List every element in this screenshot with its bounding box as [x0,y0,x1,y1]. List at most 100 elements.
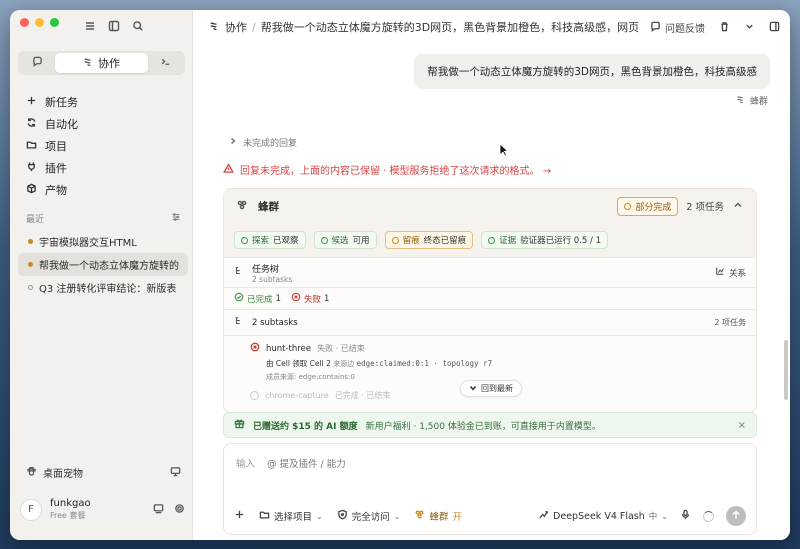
user-row: F funkgao Free 套餐 [20,498,185,521]
warning-text[interactable]: 回复未完成，上面的内容已保留 · 模型服务拒绝了这次请求的格式。 → [240,162,551,177]
model-icon [538,509,549,523]
project-select[interactable]: 选择项目 ⌄ [259,509,323,523]
paw-icon [26,466,37,480]
swarm-toggle[interactable]: 蜂群 开 [414,509,462,523]
desktop-pet-row[interactable]: 桌面宠物 [26,465,181,480]
plus-icon[interactable] [234,509,245,523]
subtasks-row[interactable]: 2 subtasks 2 项任务 [224,310,756,336]
fail-count: 失败 1 [291,292,329,305]
comment-icon [650,21,661,35]
access-select[interactable]: 完全访问 ⌄ [337,509,401,523]
list-item[interactable]: 帮我做一个动态立体魔方旋转的 [18,253,188,276]
recent-label: 最近 [26,215,45,225]
swarm-icon [83,56,94,70]
sidebar-item-label: 插件 [45,162,67,175]
microphone-icon[interactable] [680,509,691,523]
chevron-down-icon: ⌄ [393,511,401,521]
stage-value: 终态已留痕 [423,236,467,246]
sidebar-item-artifacts[interactable]: 产物 [18,179,185,201]
recent-item-label: Q3 注册转化评审结论：新版表 [39,284,177,295]
message-input[interactable]: 输入 @ 提及插件 / 能力 [236,456,346,470]
page-title: 帮我做一个动态立体魔方旋转的3D网页，黑色背景加橙色，科技高级感，网页内容为「A… [260,21,639,34]
task-count: 2 项任务 [686,202,724,213]
tab-chat[interactable] [20,53,55,73]
minimize-window-button[interactable] [35,18,44,27]
effort-level[interactable]: 中 [649,510,658,522]
swarm-toggle-state: 开 [452,512,462,523]
tab-terminal[interactable] [148,53,183,73]
shield-icon [337,509,348,523]
x-circle-icon [291,292,301,305]
done-count: 已完成 1 [234,292,281,305]
tab-collab-label: 协作 [98,57,120,70]
avatar[interactable]: F [20,498,42,521]
tree-icon [234,266,244,279]
window-controls [20,18,59,27]
status-dot [28,239,33,244]
cube-icon [26,183,37,197]
send-button[interactable] [726,506,746,526]
close-icon[interactable]: × [738,420,746,431]
arrow-up-icon [731,510,741,523]
sidebar-item-label: 自动化 [45,118,78,131]
monitor-icon[interactable] [170,466,181,480]
sidebar: 协作 新任务 自动化 项目 插件 产物 最近 宇宙模拟器交互HTML 帮我做一个… [10,10,193,540]
scrollbar[interactable] [784,340,788,400]
chevron-right-icon [229,137,237,148]
back-to-latest-button[interactable]: 回到最新 [460,380,522,397]
incomplete-reply-toggle[interactable]: 未完成的回复 [229,136,297,149]
gear-icon[interactable] [174,503,185,517]
sidebar-item-projects[interactable]: 项目 [18,135,185,157]
search-icon[interactable] [132,20,144,35]
circle-icon [250,391,259,400]
promo-banner: 已赠送约 $15 的 AI 额度 新用户福利 · 1,500 体验金已到账，可直… [223,412,757,438]
subtask-state: 失败 · 已结束 [317,344,365,353]
stage-label: 探索 [252,236,270,246]
swarm-header[interactable]: 蜂群 部分完成 2 项任务 [224,189,756,223]
screen-icon[interactable] [153,503,164,517]
chevron-down-icon: ⌄ [316,511,323,521]
relation-button[interactable]: 关系 [715,266,746,279]
author-label: 蜂群 [749,97,768,107]
filter-icon[interactable] [171,212,181,225]
swarm-icon [414,509,425,523]
status-dot [28,285,33,290]
mention-hint: @ 提及插件 / 能力 [267,459,346,470]
check-circle-icon [488,236,496,244]
swarm-toggle-label: 蜂群 [429,512,449,523]
project-select-label: 选择项目 [274,512,313,523]
done-value: 1 [275,293,281,304]
sidebar-item-automation[interactable]: 自动化 [18,113,185,135]
chevron-down-icon[interactable] [744,21,755,35]
check-circle-icon [241,236,248,244]
zoom-window-button[interactable] [50,18,59,27]
chevron-up-icon[interactable] [732,199,744,214]
sidebar-item-plugins[interactable]: 插件 [18,157,185,179]
terminal-icon [160,56,171,70]
feedback-button[interactable]: 问题反馈 [650,20,705,35]
close-window-button[interactable] [20,18,29,27]
model-select[interactable]: DeepSeek V4 Flash 中 ⌄ [538,509,668,523]
sidebar-item-label: 项目 [45,140,67,153]
stage-evidence: 证据 验证器已运行 0.5 / 1 [481,231,609,249]
trash-icon[interactable] [719,21,730,35]
list-item[interactable]: Q3 注册转化评审结论：新版表 [18,276,188,299]
feedback-label: 问题反馈 [665,24,705,35]
access-select-label: 完全访问 [351,512,390,523]
stage-value: 已观察 [273,236,299,246]
sidebar-item-new-task[interactable]: 新任务 [18,91,185,113]
subtask-claim: 由 Cell 领取 Cell 2 [266,359,331,368]
sidebar-toggle-icon[interactable] [108,20,120,35]
panel-toggle-icon[interactable] [769,21,780,35]
list-item[interactable]: 宇宙模拟器交互HTML [18,230,188,253]
sidebar-nav: 新任务 自动化 项目 插件 产物 [18,91,185,201]
task-tree-row[interactable]: 任务树 2 subtasks 关系 [224,258,756,288]
subtask-state: 已完成 · 已结束 [334,391,391,400]
tab-collab[interactable]: 协作 [55,53,148,73]
folder-icon [26,139,37,153]
chevron-down-icon: ⌄ [661,511,668,521]
breadcrumb-section[interactable]: 协作 [225,19,247,35]
composer-toolbar: 选择项目 ⌄ 完全访问 ⌄ 蜂群 开 DeepSeek V4 Flash 中 ⌄ [234,506,746,526]
menu-icon[interactable] [84,20,96,35]
incomplete-reply-label: 未完成的回复 [243,139,298,149]
